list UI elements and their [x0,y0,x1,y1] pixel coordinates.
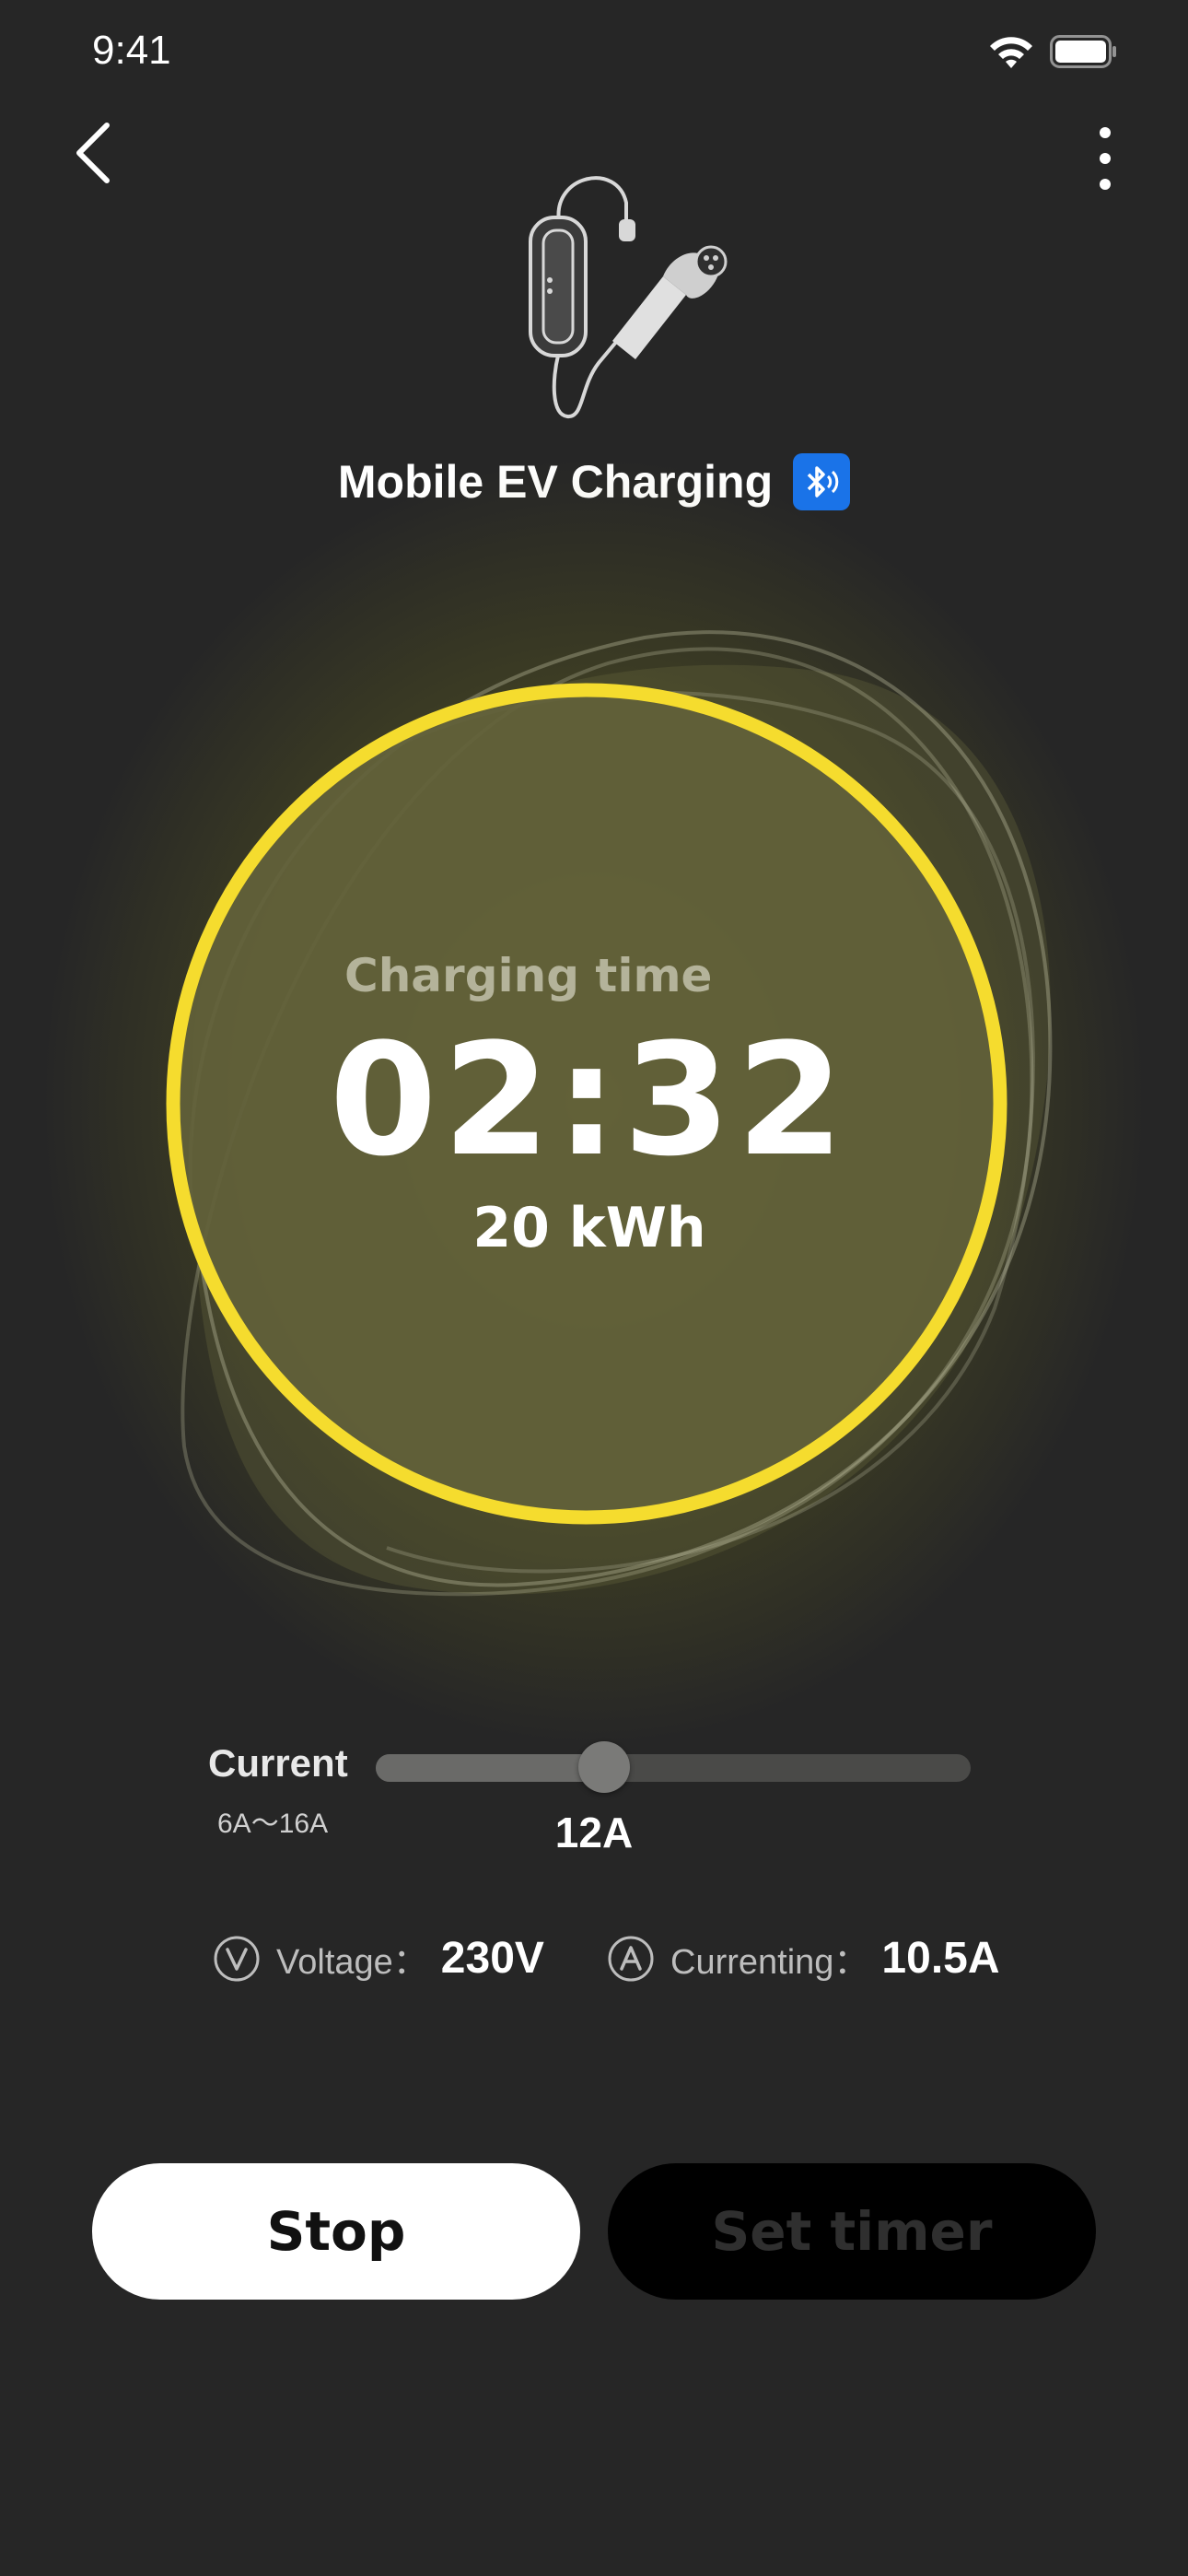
voltage-icon [214,1936,260,1981]
ampere-icon [608,1936,654,1981]
wifi-icon [990,37,1032,68]
current-slider-value: 12A [554,1809,634,1856]
voltage-label: Voltage： [276,1943,428,1982]
back-button[interactable] [66,116,122,190]
stop-button[interactable]: Stop [92,2163,580,2300]
charging-time-value: 02:32 [329,1010,850,1190]
current-range: 6A～16A [217,1809,329,1839]
voltage-value: 230V [440,1934,544,1983]
currenting-reading: Currenting： 10.5A [606,1933,1000,1984]
ev-charger-image [529,176,728,418]
bluetooth-icon [793,453,851,510]
current-slider-track[interactable] [376,1754,971,1782]
set-timer-button[interactable]: Set timer [608,2163,1096,2300]
battery-icon [1050,35,1116,68]
currenting-value: 10.5A [881,1934,1000,1983]
more-menu-button[interactable] [1087,118,1124,201]
chevron-left-icon [76,123,110,183]
more-vertical-icon [1100,127,1111,190]
current-label: Current [208,1741,348,1785]
charging-time-label: Charging time [344,949,713,1002]
status-time: 9:41 [92,28,171,73]
currenting-label: Currenting： [670,1943,869,1982]
voltage-reading: Voltage： 230V [212,1933,544,1984]
current-slider-thumb[interactable] [578,1741,630,1793]
energy-value: 20 kWh [472,1196,706,1260]
current-slider-fill [376,1754,604,1782]
